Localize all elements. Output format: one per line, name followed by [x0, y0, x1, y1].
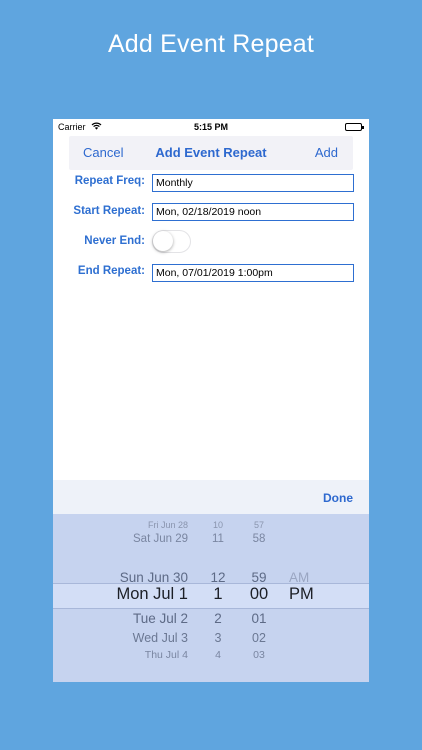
status-time: 5:15 PM	[193, 122, 228, 132]
add-button[interactable]: Add	[315, 145, 338, 160]
repeat-freq-field[interactable]: Monthly	[152, 174, 354, 192]
navigation-bar: Cancel Add Event Repeat Add	[69, 136, 353, 170]
battery-icon	[345, 123, 364, 131]
picker-minute-item[interactable]: 59	[245, 570, 273, 585]
picker-date-item[interactable]: Wed Jul 3	[133, 631, 188, 645]
picker-minute-selected[interactable]: 00	[245, 585, 273, 604]
picker-hour-item[interactable]: 4	[206, 649, 230, 661]
status-bar: Carrier 5:15 PM	[53, 119, 369, 135]
picker-date-item[interactable]: Fri Jun 28	[148, 520, 188, 530]
toggle-knob	[153, 231, 173, 251]
phone-screen: Carrier 5:15 PM Cancel Add Event Repeat …	[53, 119, 369, 682]
end-repeat-field[interactable]: Mon, 07/01/2019 1:00pm	[152, 264, 354, 282]
picker-minute-item[interactable]: 02	[245, 631, 273, 645]
end-repeat-label: End Repeat:	[77, 265, 145, 277]
picker-hour-selected[interactable]: 1	[206, 585, 230, 604]
picker-pm-selected[interactable]: PM	[289, 585, 314, 604]
screenshot-caption: Add Event Repeat	[107, 30, 315, 58]
never-end-toggle[interactable]	[152, 230, 191, 253]
picker-hour-item[interactable]: 3	[206, 631, 230, 645]
picker-date-selected[interactable]: Mon Jul 1	[116, 585, 188, 604]
date-time-picker[interactable]: Fri Jun 28 Sat Jun 29 Sun Jun 30 Mon Jul…	[53, 514, 369, 682]
start-repeat-field[interactable]: Mon, 02/18/2019 noon	[152, 203, 354, 221]
nav-title: Add Event Repeat	[155, 145, 267, 160]
picker-date-item[interactable]: Tue Jul 2	[133, 611, 188, 626]
picker-minute-item[interactable]: 58	[245, 533, 273, 545]
picker-toolbar: Done	[53, 480, 369, 514]
picker-am-item[interactable]: AM	[289, 570, 309, 585]
picker-date-item[interactable]: Thu Jul 4	[145, 649, 188, 661]
repeat-freq-label: Repeat Freq:	[74, 175, 145, 187]
never-end-label: Never End:	[84, 235, 145, 247]
picker-minute-item[interactable]: 03	[245, 649, 273, 661]
start-repeat-label: Start Repeat:	[73, 205, 145, 217]
picker-minute-item[interactable]: 01	[245, 611, 273, 626]
picker-hour-item[interactable]: 2	[206, 611, 230, 626]
done-button[interactable]: Done	[323, 491, 353, 505]
picker-date-item[interactable]: Sun Jun 30	[120, 570, 188, 585]
picker-date-item[interactable]: Sat Jun 29	[133, 533, 188, 545]
picker-minute-item[interactable]: 57	[245, 520, 273, 530]
picker-hour-item[interactable]: 10	[206, 520, 230, 530]
picker-hour-item[interactable]: 12	[206, 570, 230, 585]
picker-hour-item[interactable]: 11	[206, 533, 230, 545]
